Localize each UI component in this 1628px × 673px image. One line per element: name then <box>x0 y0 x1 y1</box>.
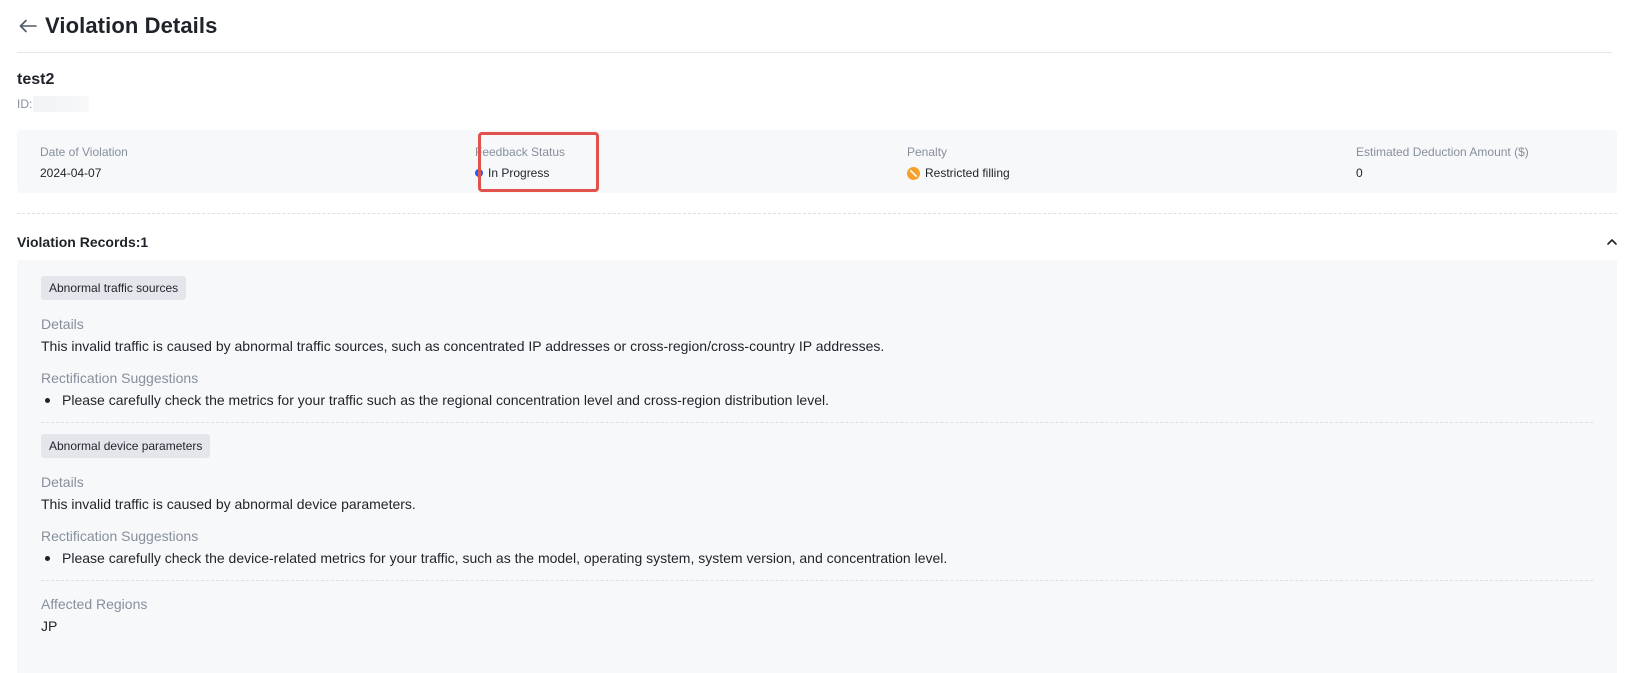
bullet-icon <box>45 397 50 403</box>
back-arrow-icon[interactable] <box>17 15 39 37</box>
record-divider <box>41 422 1593 423</box>
violation-details-page: Violation Details test2 ID: Date of Viol… <box>0 0 1628 673</box>
details-label: Details <box>41 316 84 332</box>
deduction-label: Estimated Deduction Amount ($) <box>1356 145 1529 159</box>
date-label: Date of Violation <box>40 145 128 159</box>
chevron-up-icon[interactable] <box>1604 234 1620 250</box>
affected-regions-value: JP <box>41 618 58 634</box>
suggestion-text: Please carefully check the metrics for y… <box>62 392 830 408</box>
date-value: 2024-04-07 <box>40 166 102 180</box>
summary-feedback-status: Feedback Status In Progress <box>475 144 565 181</box>
violation-records-title: Violation Records:1 <box>17 234 149 250</box>
summary-penalty: Penalty Restricted filling <box>907 144 1010 181</box>
feedback-status-label: Feedback Status <box>475 145 566 159</box>
record-id-masked-value <box>33 96 90 112</box>
rectification-label: Rectification Suggestions <box>41 370 199 386</box>
penalty-value: Restricted filling <box>925 166 1010 180</box>
record-id: ID: <box>17 96 90 112</box>
affected-regions-label: Affected Regions <box>41 596 148 612</box>
summary-deduction: Estimated Deduction Amount ($) 0 <box>1356 144 1529 181</box>
violation-records-panel: Abnormal traffic sources Details This in… <box>17 260 1617 673</box>
restricted-icon <box>907 166 920 180</box>
section-divider <box>17 213 1617 214</box>
page-header: Violation Details <box>17 0 1612 53</box>
record-name: test2 <box>17 71 55 88</box>
details-text: This invalid traffic is caused by abnorm… <box>41 338 885 354</box>
rectification-label: Rectification Suggestions <box>41 528 199 544</box>
summary-bar: Date of Violation 2024-04-07 Feedback St… <box>17 130 1617 193</box>
feedback-status-value: In Progress <box>488 166 550 180</box>
violation-tag: Abnormal device parameters <box>41 434 211 458</box>
suggestion-text: Please carefully check the device-relate… <box>62 550 948 566</box>
summary-date: Date of Violation 2024-04-07 <box>40 144 128 181</box>
penalty-label: Penalty <box>907 145 948 159</box>
violation-tag: Abnormal traffic sources <box>41 276 187 300</box>
deduction-value: 0 <box>1356 166 1363 180</box>
suggestion-item: Please carefully check the device-relate… <box>45 550 947 566</box>
record-id-label: ID: <box>17 97 33 111</box>
details-text: This invalid traffic is caused by abnorm… <box>41 496 416 512</box>
bullet-icon <box>45 555 50 561</box>
status-dot-icon <box>475 169 483 177</box>
record-divider <box>41 580 1593 581</box>
page-title: Violation Details <box>45 13 218 38</box>
suggestion-item: Please carefully check the metrics for y… <box>45 392 829 408</box>
details-label: Details <box>41 474 84 490</box>
